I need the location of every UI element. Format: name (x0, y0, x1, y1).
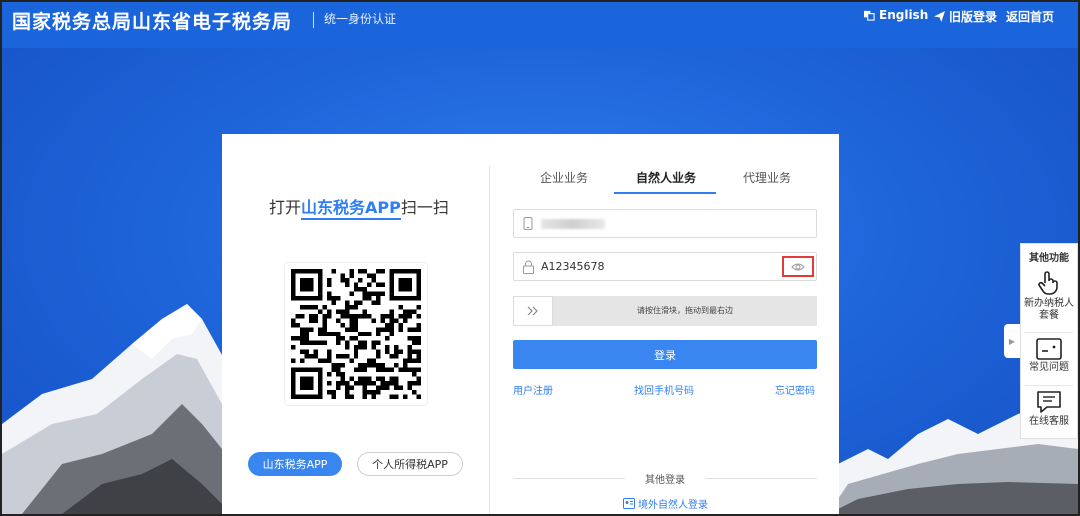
login-button[interactable]: 登录 (513, 340, 817, 369)
masked-account-value (541, 219, 605, 229)
header-divider (313, 12, 314, 28)
english-label: English (879, 8, 929, 22)
qr-code-graphic (291, 269, 421, 399)
abroad-login-label: 境外自然人登录 (638, 500, 708, 511)
side-separator (1025, 385, 1073, 386)
side-item-faq[interactable]: 常见问题 (1021, 338, 1077, 374)
english-link[interactable]: English (864, 8, 928, 22)
chat-bubble-icon (1037, 391, 1061, 413)
card-divider (489, 166, 490, 514)
other-functions-panel: 其他功能 新办纳税人 套餐 常见问题 在线客服 (1020, 243, 1078, 439)
side-item-online-service[interactable]: 在线客服 (1021, 390, 1077, 428)
phone-icon (523, 217, 533, 230)
personal-income-tax-app-button[interactable]: 个人所得税APP (357, 452, 463, 476)
scan-app-name: 山东税务APP (301, 198, 401, 220)
hand-pointer-icon (1038, 271, 1058, 295)
send-arrow-icon (934, 11, 945, 22)
slider-handle[interactable] (513, 296, 553, 326)
password-value: A12345678 (541, 260, 605, 273)
password-input[interactable]: A12345678 (513, 252, 817, 281)
page-frame: 国家税务总局山东省电子税务局 统一身份认证 English 旧版登录 返回首页 … (0, 0, 1080, 516)
home-label: 返回首页 (1006, 10, 1055, 24)
slider-instruction: 请按住滑块，拖动到最右边 (637, 306, 733, 315)
other-login-divider: 其他登录 (513, 471, 817, 486)
site-title: 国家税务总局山东省电子税务局 (12, 11, 293, 33)
side-item-new-taxpayer[interactable]: 新办纳税人 套餐 (1021, 270, 1077, 322)
other-login-line-right (705, 478, 817, 479)
shandong-tax-app-button[interactable]: 山东税务APP (248, 452, 342, 476)
other-functions-title: 其他功能 (1029, 253, 1069, 264)
faq-card-icon (1036, 338, 1062, 360)
home-link[interactable]: 返回首页 (1006, 8, 1054, 25)
online-service-label: 在线客服 (1029, 416, 1069, 427)
tab-enterprise[interactable]: 企业业务 (540, 169, 588, 186)
qr-code (284, 262, 428, 406)
id-card-icon (623, 498, 635, 509)
lock-icon (523, 260, 534, 274)
new-taxpayer-label-2: 套餐 (1039, 310, 1059, 321)
old-version-link[interactable]: 旧版登录 (934, 8, 997, 25)
register-link[interactable]: 用户注册 (513, 382, 553, 397)
login-card: 打开山东税务APP扫一扫 山东税务APP 个人所得税APP 企业业务 自然人业务… (222, 134, 839, 514)
double-chevron-right-icon (527, 306, 538, 316)
site-subtitle: 统一身份认证 (324, 12, 397, 26)
forgot-password-link[interactable]: 忘记密码 (775, 382, 815, 397)
slider-captcha[interactable]: 请按住滑块，拖动到最右边 (513, 296, 817, 326)
top-header: 国家税务总局山东省电子税务局 统一身份认证 English 旧版登录 返回首页 (2, 2, 1078, 48)
side-panel-toggle[interactable]: ▶ (1004, 324, 1020, 358)
old-version-label: 旧版登录 (949, 10, 998, 24)
show-password-toggle[interactable] (782, 256, 814, 277)
scan-prefix: 打开 (269, 198, 302, 217)
active-tab-indicator (614, 192, 716, 194)
scan-suffix: 扫一扫 (400, 198, 449, 217)
eye-icon (791, 263, 805, 271)
scan-instruction: 打开山东税务APP扫一扫 (269, 194, 449, 220)
faq-label: 常见问题 (1029, 362, 1069, 373)
tab-agent[interactable]: 代理业务 (743, 169, 791, 186)
language-icon (864, 10, 875, 21)
new-taxpayer-label-1: 新办纳税人 (1024, 298, 1074, 309)
recover-phone-link[interactable]: 找回手机号码 (634, 382, 694, 397)
account-input[interactable] (513, 209, 817, 238)
side-separator (1025, 332, 1073, 333)
abroad-login-link[interactable]: 境外自然人登录 (623, 496, 708, 511)
tab-individual[interactable]: 自然人业务 (636, 169, 696, 186)
